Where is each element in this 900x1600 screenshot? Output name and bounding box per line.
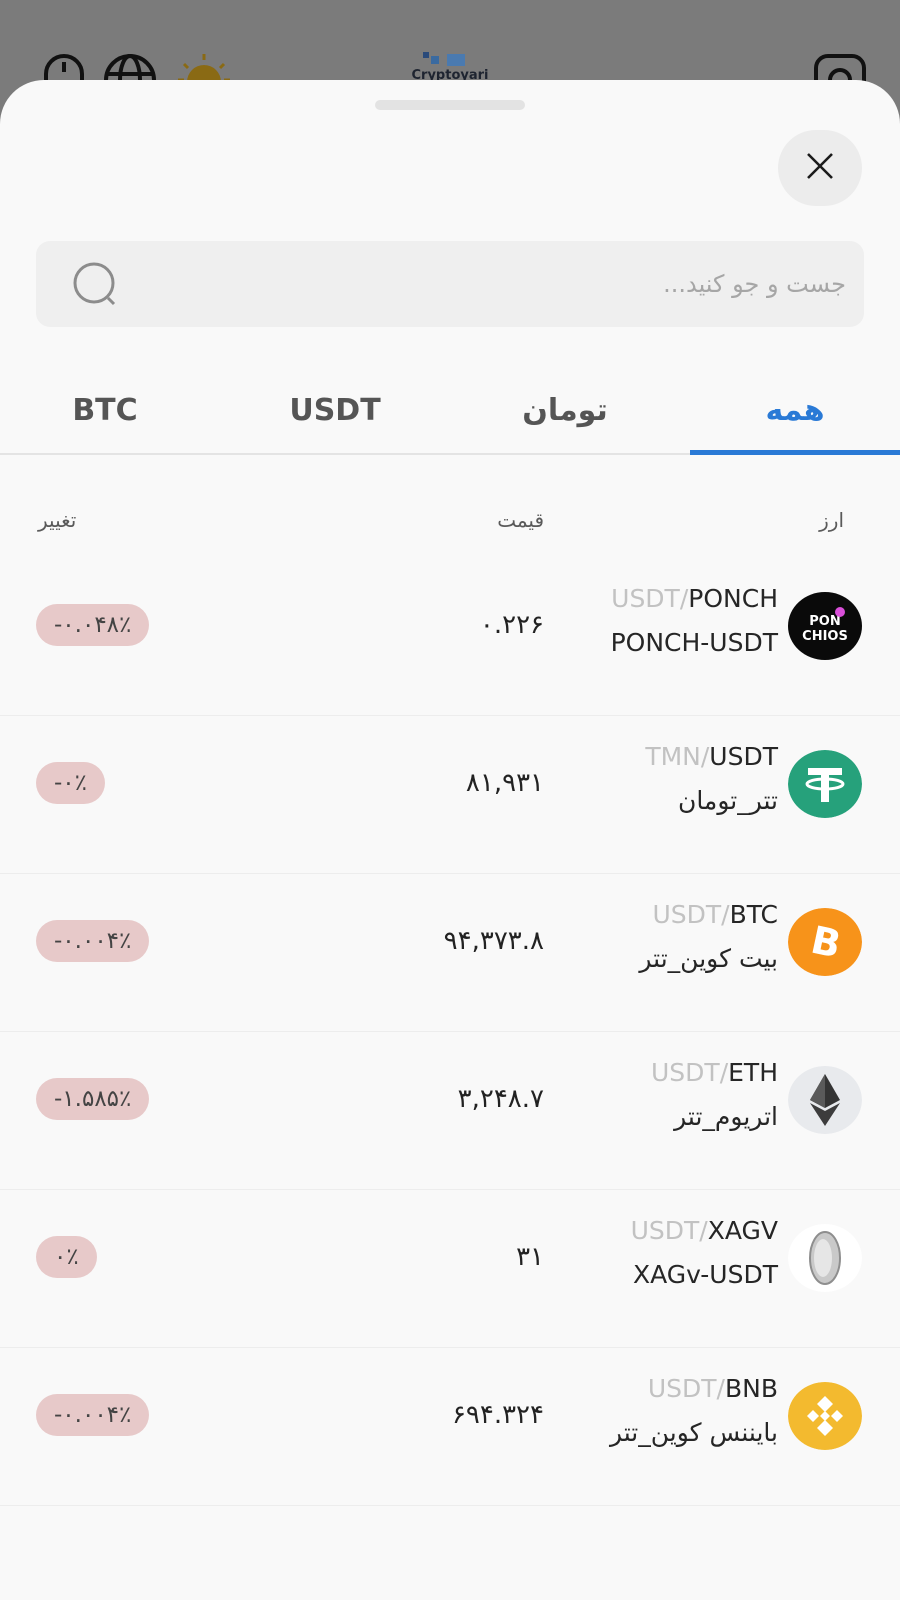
market-selector-sheet: همه تومان USDT BTC ارز قیمت تغییر PONCHI… [0, 80, 900, 1600]
change-badge: -۰.۰۰۴٪ [36, 1394, 150, 1436]
market-row-bnb[interactable]: USDT/BNB بایننس کوین_تتر ۶۹۴.۳۲۴ -۰.۰۰۴٪ [0, 1348, 900, 1506]
svg-text:PON: PON [809, 614, 840, 629]
close-icon [804, 150, 836, 186]
change-badge: -۰٪ [36, 762, 106, 804]
ponch-icon: PON CHIOS [788, 592, 862, 660]
market-row-xagv[interactable]: USDT/XAGV XAGv-USDT ۳۱ ۰٪ [0, 1190, 900, 1348]
pair-symbol: TMN/USDT [645, 742, 778, 771]
column-header-price: قیمت [497, 508, 544, 532]
change-badge: -۱.۵۸۵٪ [36, 1078, 150, 1120]
market-row-usdt[interactable]: TMN/USDT تتر_تومان ۸۱,۹۳۱ -۰٪ [0, 716, 900, 874]
tether-icon [788, 750, 862, 818]
coin-name: بیت کوین_تتر [639, 944, 778, 973]
active-tab-indicator [690, 450, 900, 455]
tab-btc[interactable]: BTC [0, 365, 210, 455]
price-value: ۳,۲۴۸.۷ [457, 1084, 544, 1114]
change-badge: -۰.۰۴۸٪ [36, 604, 150, 646]
price-value: ۰.۲۲۶ [479, 610, 544, 640]
search-input[interactable] [166, 241, 846, 327]
quote-tabs: همه تومان USDT BTC [0, 365, 900, 455]
tab-all[interactable]: همه [690, 365, 900, 455]
coin-name: تتر_تومان [677, 786, 778, 815]
market-row-btc[interactable]: B USDT/BTC بیت کوین_تتر ۹۴,۳۷۳.۸ -۰.۰۰۴٪ [0, 874, 900, 1032]
column-header-currency: ارز [819, 508, 844, 532]
close-button[interactable] [778, 130, 862, 206]
bnb-icon [788, 1382, 862, 1450]
coin-name: بایننس کوین_تتر [609, 1418, 778, 1447]
svg-text:CHIOS: CHIOS [802, 629, 848, 644]
pair-symbol: USDT/BTC [652, 900, 778, 929]
price-value: ۶۹۴.۳۲۴ [451, 1400, 544, 1430]
coin-name: XAGv-USDT [633, 1260, 778, 1289]
search-icon[interactable] [72, 261, 122, 311]
change-badge: -۰.۰۰۴٪ [36, 920, 150, 962]
column-header-change: تغییر [38, 508, 77, 532]
market-row-ponch[interactable]: PON CHIOS USDT/PONCH PONCH-USDT ۰.۲۲۶ -۰.… [0, 558, 900, 716]
pair-symbol: USDT/ETH [650, 1058, 778, 1087]
coin-name: اتریوم_تتر [674, 1102, 778, 1131]
market-row-eth[interactable]: USDT/ETH اتریوم_تتر ۳,۲۴۸.۷ -۱.۵۸۵٪ [0, 1032, 900, 1190]
tab-usdt[interactable]: USDT [230, 365, 440, 455]
pair-symbol: USDT/PONCH [611, 584, 778, 613]
pair-symbol: USDT/XAGV [630, 1216, 778, 1245]
sheet-drag-handle[interactable] [375, 100, 525, 110]
ethereum-icon [788, 1066, 862, 1134]
price-value: ۸۱,۹۳۱ [465, 768, 544, 798]
pair-symbol: USDT/BNB [647, 1374, 778, 1403]
tab-toman[interactable]: تومان [460, 365, 670, 455]
price-value: ۹۴,۳۷۳.۸ [443, 926, 544, 956]
silver-coin-icon [788, 1224, 862, 1292]
price-value: ۳۱ [516, 1242, 544, 1272]
search-box [36, 241, 864, 327]
change-badge: ۰٪ [36, 1236, 97, 1278]
coin-name: PONCH-USDT [610, 628, 778, 657]
bitcoin-icon: B [788, 908, 862, 976]
